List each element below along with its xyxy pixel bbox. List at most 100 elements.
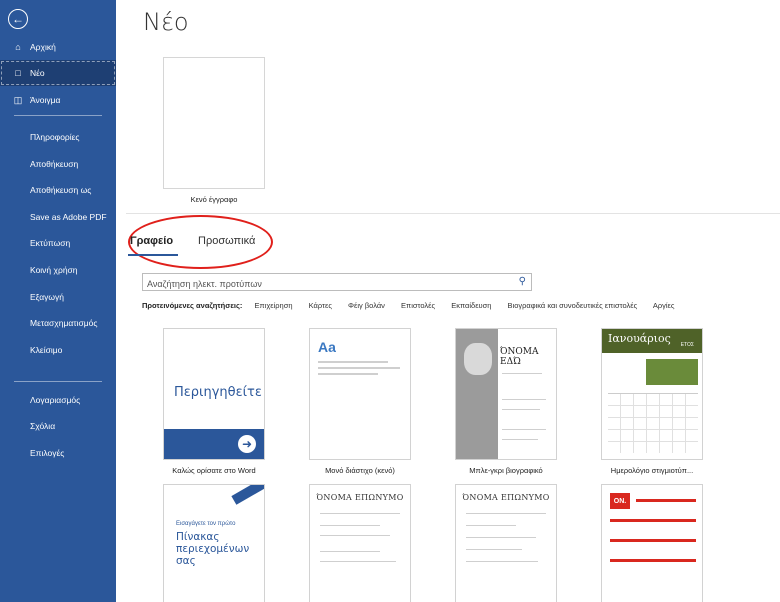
- suggested-link[interactable]: Εκπαίδευση: [451, 301, 491, 310]
- template-thumb-subtext: Εισαγάγετε τον πρώτο: [176, 521, 236, 527]
- blank-document-label: Κενό έγγραφο: [190, 195, 238, 204]
- template-label: Ημερολόγιο στιγμιοτύπ...: [610, 466, 694, 475]
- text-line: [502, 399, 546, 400]
- sidebar-item-label: Νέο: [30, 68, 45, 78]
- suggested-link[interactable]: Κάρτες: [309, 301, 332, 310]
- back-arrow-icon[interactable]: ←: [8, 9, 28, 29]
- new-document-pane: Νέο Κενό έγγραφο Γραφείο Προσωπικά ⚲ Προ…: [116, 0, 780, 602]
- sidebar-item-export[interactable]: Εξαγωγή: [0, 284, 116, 310]
- text-line: [502, 429, 546, 430]
- sidebar-item-save[interactable]: Αποθήκευση: [0, 151, 116, 177]
- search-input[interactable]: [143, 276, 503, 292]
- tab-active-underline: [128, 254, 178, 256]
- sidebar-item-label: Αποθήκευση ως: [30, 185, 92, 195]
- tab-personal[interactable]: Προσωπικά: [198, 235, 255, 247]
- sidebar-item-save-as[interactable]: Αποθήκευση ως: [0, 177, 116, 203]
- red-bar: [610, 539, 696, 542]
- sidebar-item-feedback[interactable]: Σχόλια: [0, 413, 116, 439]
- text-line: [502, 409, 540, 410]
- sidebar-item-label: Άνοιγμα: [30, 95, 61, 105]
- sidebar-item-close[interactable]: Κλείσιμο: [0, 337, 116, 363]
- text-line: [502, 439, 538, 440]
- sidebar-item-label: Αρχική: [30, 42, 56, 52]
- suggested-label: Προτεινόμενες αναζητήσεις:: [142, 301, 243, 310]
- text-line: [318, 361, 388, 363]
- sidebar-item-label: Save as Adobe PDF: [30, 212, 107, 222]
- calendar-grid: [608, 393, 698, 453]
- tab-office[interactable]: Γραφείο: [130, 235, 173, 247]
- template-thumb-text: Περιηγηθείτε: [174, 385, 262, 400]
- template-label: Μπλε-γκρι βιογραφικό: [469, 466, 543, 475]
- text-line: [466, 513, 546, 514]
- template-resume-1[interactable]: ΌΝΟΜΑ ΕΠΩΝΥΜΟ: [309, 484, 411, 602]
- sidebar-item-print[interactable]: Εκτύπωση: [0, 230, 116, 256]
- template-red-resume[interactable]: ON.: [601, 484, 703, 602]
- text-line: [320, 525, 380, 526]
- suggested-link[interactable]: Αργίες: [653, 301, 675, 310]
- sidebar-item-label: Σχόλια: [30, 421, 56, 431]
- sidebar-divider: [14, 115, 102, 116]
- sidebar-item-label: Εξαγωγή: [30, 292, 65, 302]
- template-thumb-text: ON.: [610, 493, 630, 509]
- template-label: Μονό διάστιχο (κενό): [325, 466, 395, 475]
- template-thumb-text: ΌΝΟΜΑ ΕΠΩΝΥΜΟ: [316, 493, 404, 502]
- resume-photo: [464, 343, 492, 375]
- text-line: [320, 551, 380, 552]
- home-icon: ⌂: [15, 42, 21, 52]
- word-backstage: ← ⌂ Αρχική □ Νέο ◫ Άνοιγμα Πληροφορίες Α…: [0, 0, 780, 602]
- template-thumb-text: ΌΝΟΜΑ ΕΔΏ: [500, 347, 539, 367]
- text-line: [318, 367, 400, 369]
- sidebar-item-label: Εκτύπωση: [30, 238, 71, 248]
- template-resume-2[interactable]: ΌΝΟΜΑ ΕΠΩΝΥΜΟ: [455, 484, 557, 602]
- suggested-link[interactable]: Βιογραφικά και συνοδευτικές επιστολές: [508, 301, 638, 310]
- template-table-of-contents[interactable]: Εισαγάγετε τον πρώτο Πίνακας περιεχομένω…: [163, 484, 265, 602]
- sidebar-item-new[interactable]: □ Νέο: [0, 60, 116, 86]
- sidebar-item-info[interactable]: Πληροφορίες: [0, 124, 116, 150]
- arrow-right-icon: ➜: [238, 435, 256, 453]
- suggested-link[interactable]: Επιστολές: [401, 301, 435, 310]
- sidebar-item-save-as-pdf[interactable]: Save as Adobe PDF: [0, 204, 116, 230]
- template-thumb-text: ΌΝΟΜΑ ΕΠΩΝΥΜΟ: [462, 493, 550, 502]
- red-bar: [610, 559, 696, 562]
- sidebar-item-label: Πληροφορίες: [30, 132, 80, 142]
- corner-ribbon: [231, 485, 264, 505]
- sidebar-item-label: Κλείσιμο: [30, 345, 63, 355]
- suggested-searches: Προτεινόμενες αναζητήσεις: Επιχείρηση Κά…: [142, 301, 689, 311]
- sidebar-item-label: Μετασχηματισμός: [30, 318, 98, 328]
- calendar-year: ΕΤΟΣ: [680, 342, 694, 348]
- open-folder-icon: ◫: [13, 94, 23, 105]
- text-line: [320, 513, 400, 514]
- backstage-sidebar: ← ⌂ Αρχική □ Νέο ◫ Άνοιγμα Πληροφορίες Α…: [0, 0, 116, 602]
- text-line: [318, 373, 378, 375]
- template-search: ⚲: [142, 273, 532, 292]
- sidebar-item-transform[interactable]: Μετασχηματισμός: [0, 310, 116, 336]
- template-snapshot-calendar[interactable]: Ιανουάριος ΕΤΟΣ: [601, 328, 703, 460]
- sidebar-item-label: Επιλογές: [30, 448, 65, 458]
- sidebar-item-label: Κοινή χρήση: [30, 265, 78, 275]
- sidebar-divider: [14, 381, 102, 382]
- red-bar: [610, 519, 696, 522]
- template-thumb-text: Ιανουάριος: [608, 332, 671, 345]
- text-line: [502, 373, 542, 374]
- text-line: [466, 561, 538, 562]
- template-blue-grey-resume[interactable]: ΌΝΟΜΑ ΕΔΏ: [455, 328, 557, 460]
- sidebar-item-options[interactable]: Επιλογές: [0, 440, 116, 466]
- text-line: [466, 549, 522, 550]
- template-thumb-text: Πίνακας περιεχομένων σας: [176, 531, 250, 567]
- sidebar-item-home[interactable]: ⌂ Αρχική: [0, 34, 116, 60]
- suggested-link[interactable]: Επιχείρηση: [254, 301, 292, 310]
- sidebar-item-account[interactable]: Λογαριασμός: [0, 387, 116, 413]
- blank-document-thumbnail[interactable]: [163, 57, 265, 189]
- sidebar-item-share[interactable]: Κοινή χρήση: [0, 257, 116, 283]
- text-line: [320, 561, 396, 562]
- text-line: [466, 525, 516, 526]
- text-line: [320, 535, 390, 536]
- page-title: Νέο: [143, 8, 189, 36]
- sidebar-item-open[interactable]: ◫ Άνοιγμα: [0, 87, 116, 113]
- search-icon[interactable]: ⚲: [519, 276, 526, 287]
- template-single-spaced[interactable]: Aa: [309, 328, 411, 460]
- template-label: Καλώς ορίσατε στο Word: [172, 466, 256, 475]
- template-welcome[interactable]: Περιηγηθείτε ➜: [163, 328, 265, 460]
- suggested-link[interactable]: Φέιγ βολάν: [348, 301, 385, 310]
- sidebar-item-label: Αποθήκευση: [30, 159, 79, 169]
